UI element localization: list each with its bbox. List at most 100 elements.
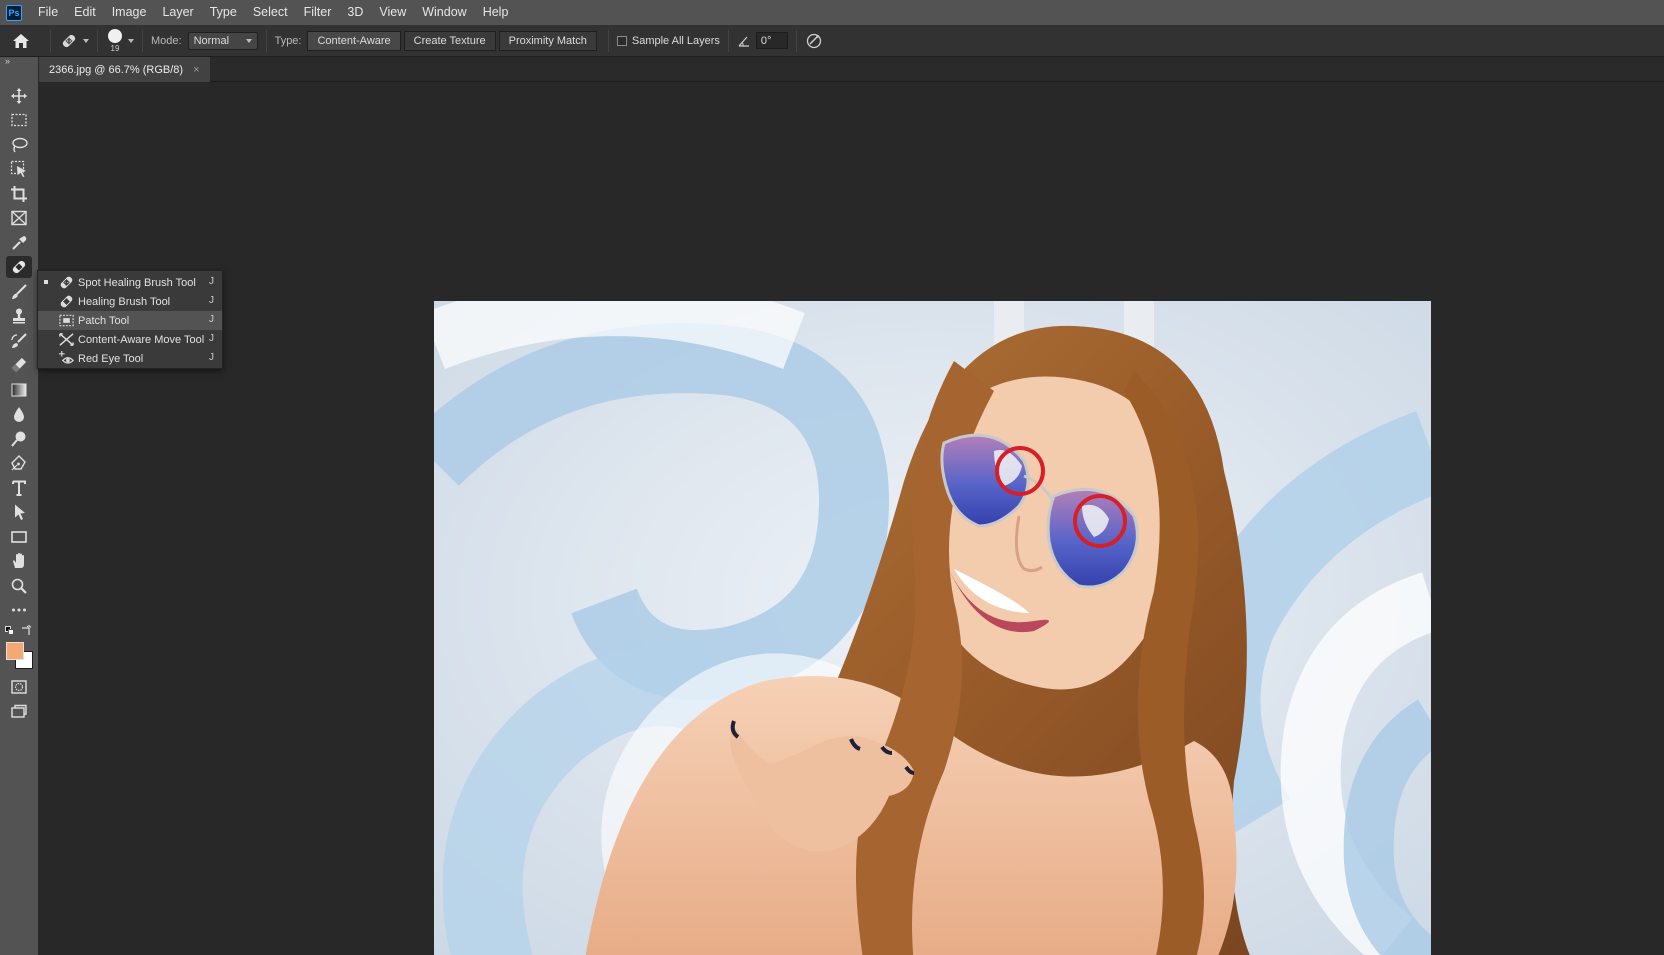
- tools-panel: »: [0, 57, 39, 955]
- separator: [795, 29, 797, 52]
- rectangular-marquee-icon: [11, 113, 27, 127]
- object-selection-tool[interactable]: [6, 158, 32, 180]
- menu-view[interactable]: View: [371, 0, 414, 25]
- tool-preset-picker[interactable]: [59, 31, 89, 51]
- home-icon: [13, 33, 29, 48]
- document-image[interactable]: [434, 301, 1431, 955]
- shortcut-key: J: [209, 276, 214, 287]
- marquee-tool[interactable]: [6, 109, 32, 131]
- separator: [142, 29, 143, 52]
- crop-icon: [11, 186, 27, 202]
- close-icon[interactable]: ×: [193, 64, 199, 76]
- screen-mode-button[interactable]: [6, 701, 32, 723]
- move-tool[interactable]: [6, 85, 32, 107]
- selected-indicator: [44, 280, 48, 284]
- menu-file[interactable]: File: [30, 0, 66, 25]
- canvas-area[interactable]: [39, 83, 1664, 955]
- flyout-item-red-eye[interactable]: Red Eye Tool J: [38, 349, 222, 368]
- flyout-item-patch[interactable]: Patch Tool J: [38, 311, 222, 330]
- frame-icon: [11, 210, 27, 226]
- menu-layer[interactable]: Layer: [154, 0, 201, 25]
- object-selection-icon: [10, 160, 26, 177]
- sample-all-layers-checkbox[interactable]: [616, 35, 627, 46]
- gradient-tool[interactable]: [6, 379, 32, 401]
- menu-filter[interactable]: Filter: [296, 0, 340, 25]
- swap-colors-icon[interactable]: [20, 625, 32, 637]
- screen-mode-icon: [11, 704, 27, 718]
- brush-size-value: 19: [110, 43, 120, 53]
- brush-tool[interactable]: [6, 281, 32, 303]
- rectangle-tool[interactable]: [6, 526, 32, 548]
- shortcut-key: J: [209, 295, 214, 306]
- flyout-item-content-aware-move[interactable]: Content-Aware Move Tool J: [38, 330, 222, 349]
- eyedropper-tool[interactable]: [6, 232, 32, 254]
- path-selection-icon: [15, 504, 25, 520]
- type-create-texture-button[interactable]: Create Texture: [403, 30, 496, 51]
- drop-icon: [14, 407, 24, 422]
- menu-window[interactable]: Window: [414, 0, 474, 25]
- healing-brush-icon: [60, 295, 73, 308]
- angle-input[interactable]: 0°: [755, 32, 788, 49]
- flyout-item-healing-brush[interactable]: Healing Brush Tool J: [38, 292, 222, 311]
- edit-toolbar-button[interactable]: [6, 599, 32, 621]
- type-content-aware-button[interactable]: Content-Aware: [307, 30, 401, 51]
- lasso-tool[interactable]: [6, 134, 32, 156]
- menu-help[interactable]: Help: [475, 0, 517, 25]
- history-brush-tool[interactable]: [6, 330, 32, 352]
- dodge-tool[interactable]: [6, 428, 32, 450]
- default-colors-icon[interactable]: [5, 626, 15, 636]
- flyout-item-label: Spot Healing Brush Tool: [78, 276, 196, 289]
- flyout-item-spot-healing-brush[interactable]: Spot Healing Brush Tool J: [38, 273, 222, 292]
- hand-tool[interactable]: [6, 550, 32, 572]
- quick-mask-button[interactable]: [6, 676, 32, 698]
- rectangle-icon: [11, 531, 27, 543]
- menu-select[interactable]: Select: [245, 0, 296, 25]
- frame-tool[interactable]: [6, 207, 32, 229]
- document-tab-bar: 2366.jpg @ 66.7% (RGB/8) ×: [39, 57, 1664, 82]
- eyedropper-icon: [12, 236, 27, 250]
- type-tool[interactable]: [6, 477, 32, 499]
- menu-type[interactable]: Type: [202, 0, 245, 25]
- type-proximity-match-button[interactable]: Proximity Match: [498, 30, 597, 51]
- foreground-color-swatch[interactable]: [6, 642, 24, 660]
- menu-3d[interactable]: 3D: [339, 0, 371, 25]
- crop-tool[interactable]: [6, 183, 32, 205]
- dodge-icon: [11, 431, 26, 447]
- patch-icon: [59, 314, 74, 327]
- brush-picker[interactable]: 19: [106, 28, 134, 53]
- path-selection-tool[interactable]: [6, 501, 32, 523]
- type-label: Type:: [274, 34, 302, 47]
- separator: [265, 29, 267, 52]
- zoom-tool[interactable]: [6, 575, 32, 597]
- brush-icon: [12, 284, 27, 299]
- stamp-icon: [13, 308, 25, 324]
- spot-healing-brush-icon: [62, 34, 76, 47]
- shortcut-key: J: [209, 352, 214, 363]
- clone-stamp-tool[interactable]: [6, 305, 32, 327]
- angle-icon: [738, 36, 749, 47]
- home-button[interactable]: [0, 33, 42, 49]
- gradient-icon: [11, 383, 27, 397]
- red-eye-icon: [58, 350, 74, 364]
- sample-all-layers-label: Sample All Layers: [631, 34, 720, 47]
- blur-tool[interactable]: [6, 403, 32, 425]
- type-icon: [12, 480, 26, 496]
- chevron-down-icon: [245, 38, 252, 43]
- eraser-tool[interactable]: [6, 354, 32, 376]
- menu-image[interactable]: Image: [104, 0, 155, 25]
- separator: [97, 29, 98, 52]
- shortcut-key: J: [209, 333, 214, 344]
- flyout-item-label: Red Eye Tool: [78, 352, 144, 365]
- document-tab[interactable]: 2366.jpg @ 66.7% (RGB/8) ×: [39, 57, 210, 82]
- spot-healing-brush-tool[interactable]: [6, 256, 32, 278]
- pen-tool[interactable]: [6, 452, 32, 474]
- eraser-icon: [11, 357, 27, 373]
- pressure-size-icon[interactable]: [805, 32, 823, 50]
- mode-select[interactable]: Normal: [187, 31, 258, 50]
- separator: [727, 29, 729, 52]
- collapse-toolbar-icon[interactable]: »: [0, 57, 38, 68]
- menu-edit[interactable]: Edit: [66, 0, 104, 25]
- shortcut-key: J: [209, 314, 214, 325]
- photoshop-logo-icon[interactable]: Ps: [6, 4, 22, 21]
- lasso-icon: [12, 137, 28, 153]
